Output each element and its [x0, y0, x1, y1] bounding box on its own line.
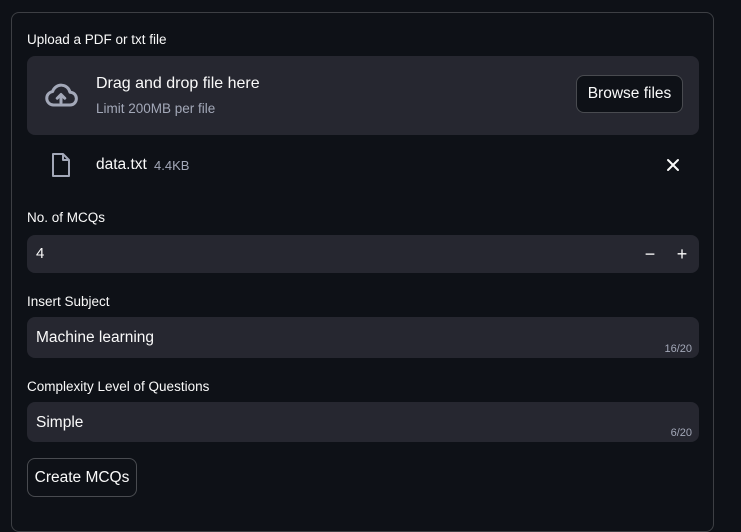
- mcq-count-label: No. of MCQs: [27, 210, 106, 225]
- dropzone-title: Drag and drop file here: [96, 75, 260, 92]
- complexity-field: Simple 6/20: [27, 402, 699, 442]
- mcq-count-input[interactable]: 4: [36, 245, 44, 262]
- dropzone-limit: Limit 200MB per file: [96, 101, 216, 116]
- browse-files-button[interactable]: Browse files: [576, 75, 683, 113]
- close-icon[interactable]: [661, 153, 685, 177]
- file-name: data.txt: [96, 156, 147, 173]
- cloud-upload-icon: [43, 78, 79, 114]
- subject-label: Insert Subject: [27, 294, 110, 309]
- file-size: 4.4KB: [154, 158, 190, 173]
- complexity-label: Complexity Level of Questions: [27, 379, 210, 394]
- uploaded-file-row: data.txt 4.4KB: [27, 145, 699, 185]
- decrement-button[interactable]: −: [634, 235, 666, 273]
- subject-field: Machine learning 16/20: [27, 317, 699, 358]
- file-dropzone[interactable]: Drag and drop file here Limit 200MB per …: [27, 56, 699, 135]
- complexity-char-counter: 6/20: [670, 427, 692, 439]
- file-icon: [49, 152, 73, 178]
- complexity-input[interactable]: Simple: [36, 414, 83, 432]
- uploader-label: Upload a PDF or txt file: [27, 32, 167, 47]
- create-mcqs-button[interactable]: Create MCQs: [27, 458, 137, 497]
- subject-input[interactable]: Machine learning: [36, 329, 154, 347]
- mcq-count-stepper: 4 − +: [27, 235, 699, 273]
- increment-button[interactable]: +: [666, 235, 698, 273]
- subject-char-counter: 16/20: [664, 343, 692, 355]
